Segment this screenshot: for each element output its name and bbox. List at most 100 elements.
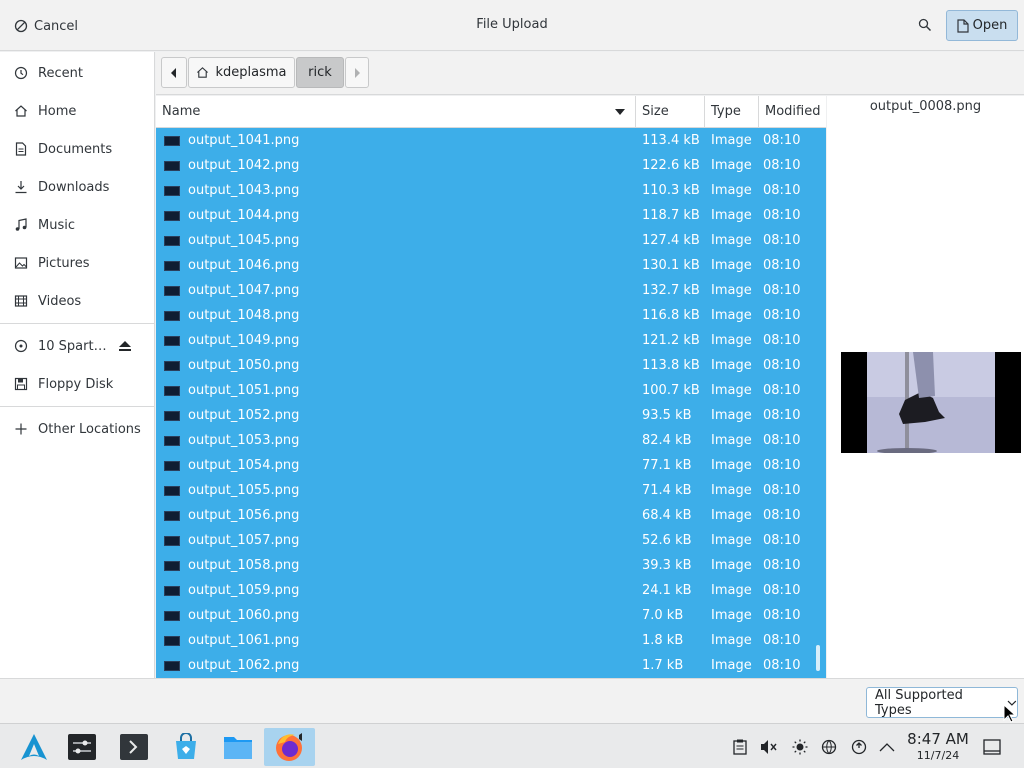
list-scrollbar[interactable] — [816, 645, 820, 671]
file-manager-icon[interactable] — [219, 728, 257, 766]
file-modified: 08:10 — [763, 308, 801, 323]
column-label: Size — [642, 104, 669, 119]
document-open-icon — [957, 18, 969, 33]
column-header-type[interactable]: Type — [705, 96, 759, 127]
clipboard-icon[interactable] — [729, 736, 751, 758]
file-name: output_1060.png — [188, 608, 300, 623]
sidebar-item-label: 10 Spart… — [38, 338, 107, 354]
table-row[interactable]: output_1062.png 1.7 kB Image 08:10 — [156, 653, 826, 678]
file-modified: 08:10 — [763, 133, 801, 148]
file-type: Image — [711, 358, 752, 373]
sidebar-item-videos[interactable]: Videos — [0, 282, 154, 320]
table-row[interactable]: output_1050.png 113.8 kB Image 08:10 — [156, 353, 826, 378]
sidebar-item-home[interactable]: Home — [0, 92, 154, 130]
network-icon[interactable] — [818, 736, 840, 758]
table-row[interactable]: output_1057.png 52.6 kB Image 08:10 — [156, 528, 826, 553]
image-thumbnail-icon — [164, 385, 180, 396]
file-rows: output_1041.png 113.4 kB Image 08:10 output_… — [156, 128, 826, 678]
search-button[interactable] — [910, 10, 940, 40]
sidebar-item-downloads[interactable]: Downloads — [0, 168, 154, 206]
table-row[interactable]: output_1044.png 118.7 kB Image 08:10 — [156, 203, 826, 228]
table-row[interactable]: output_1055.png 71.4 kB Image 08:10 — [156, 478, 826, 503]
discover-store-icon[interactable] — [167, 728, 205, 766]
drive-icon — [14, 339, 28, 353]
sidebar-item-documents[interactable]: Documents — [0, 130, 154, 168]
sidebar-item-floppy[interactable]: Floppy Disk — [0, 365, 154, 403]
image-thumbnail-icon — [164, 410, 180, 421]
updates-icon[interactable] — [848, 736, 870, 758]
table-row[interactable]: output_1048.png 116.8 kB Image 08:10 — [156, 303, 826, 328]
breadcrumb-current[interactable]: rick — [296, 57, 344, 88]
image-thumbnail-icon — [164, 135, 180, 146]
show-desktop-icon[interactable] — [981, 736, 1003, 758]
brightness-icon[interactable] — [789, 736, 811, 758]
terminal-icon[interactable] — [115, 728, 153, 766]
file-size: 130.1 kB — [642, 258, 700, 273]
file-type: Image — [711, 183, 752, 198]
column-header-name[interactable]: Name — [156, 96, 636, 127]
chevron-left-icon — [171, 67, 176, 78]
file-type: Image — [711, 308, 752, 323]
table-row[interactable]: output_1051.png 100.7 kB Image 08:10 — [156, 378, 826, 403]
system-settings-icon[interactable] — [63, 728, 101, 766]
table-row[interactable]: output_1043.png 110.3 kB Image 08:10 — [156, 178, 826, 203]
table-row[interactable]: output_1056.png 68.4 kB Image 08:10 — [156, 503, 826, 528]
file-modified: 08:10 — [763, 233, 801, 248]
sidebar-divider — [0, 323, 154, 324]
file-modified: 08:10 — [763, 608, 801, 623]
bottom-bar: All Supported Types — [0, 678, 1024, 723]
breadcrumb-home[interactable]: kdeplasma — [188, 57, 295, 88]
table-row[interactable]: output_1045.png 127.4 kB Image 08:10 — [156, 228, 826, 253]
table-row[interactable]: output_1047.png 132.7 kB Image 08:10 — [156, 278, 826, 303]
sidebar-item-recent[interactable]: Recent — [0, 54, 154, 92]
file-size: 82.4 kB — [642, 433, 692, 448]
table-row[interactable]: output_1046.png 130.1 kB Image 08:10 — [156, 253, 826, 278]
table-row[interactable]: output_1042.png 122.6 kB Image 08:10 — [156, 153, 826, 178]
file-modified: 08:10 — [763, 433, 801, 448]
sidebar-item-pictures[interactable]: Pictures — [0, 244, 154, 282]
app-launcher-icon[interactable] — [15, 728, 53, 766]
file-type: Image — [711, 608, 752, 623]
eject-icon[interactable] — [118, 339, 132, 353]
column-header-size[interactable]: Size — [636, 96, 705, 127]
sidebar-item-other-locations[interactable]: Other Locations — [0, 410, 154, 448]
table-row[interactable]: output_1054.png 77.1 kB Image 08:10 — [156, 453, 826, 478]
sidebar-divider — [0, 406, 154, 407]
firefox-icon[interactable] — [264, 728, 315, 766]
sidebar-item-music[interactable]: Music — [0, 206, 154, 244]
tray-expand-icon[interactable] — [876, 736, 898, 758]
volume-muted-icon[interactable] — [758, 736, 780, 758]
table-row[interactable]: output_1059.png 24.1 kB Image 08:10 — [156, 578, 826, 603]
table-row[interactable]: output_1041.png 113.4 kB Image 08:10 — [156, 128, 826, 153]
sidebar-item-label: Videos — [38, 293, 82, 309]
path-forward-button[interactable] — [345, 57, 369, 88]
image-thumbnail-icon — [164, 510, 180, 521]
path-back-button[interactable] — [161, 57, 187, 88]
table-row[interactable]: output_1053.png 82.4 kB Image 08:10 — [156, 428, 826, 453]
file-name: output_1041.png — [188, 133, 300, 148]
file-type: Image — [711, 258, 752, 273]
sidebar-item-drive[interactable]: 10 Spart… — [0, 327, 154, 365]
image-thumbnail-icon — [164, 360, 180, 371]
open-button[interactable]: Open — [946, 10, 1018, 41]
table-row[interactable]: output_1049.png 121.2 kB Image 08:10 — [156, 328, 826, 353]
file-type-filter[interactable]: All Supported Types — [866, 687, 1018, 718]
table-row[interactable]: output_1058.png 39.3 kB Image 08:10 — [156, 553, 826, 578]
table-row[interactable]: output_1052.png 93.5 kB Image 08:10 — [156, 403, 826, 428]
document-icon — [15, 142, 27, 156]
sidebar-item-label: Documents — [38, 141, 113, 157]
clock[interactable]: 8:47 AM 11/7/24 — [904, 731, 972, 763]
image-thumbnail-icon — [164, 460, 180, 471]
file-size: 71.4 kB — [642, 483, 692, 498]
table-row[interactable]: output_1060.png 7.0 kB Image 08:10 — [156, 603, 826, 628]
file-size: 110.3 kB — [642, 183, 700, 198]
file-modified: 08:10 — [763, 458, 801, 473]
table-row[interactable]: output_1061.png 1.8 kB Image 08:10 — [156, 628, 826, 653]
image-thumbnail-icon — [164, 235, 180, 246]
file-name: output_1044.png — [188, 208, 300, 223]
file-modified: 08:10 — [763, 533, 801, 548]
file-modified: 08:10 — [763, 358, 801, 373]
column-header-modified[interactable]: Modified — [759, 96, 826, 127]
file-modified: 08:10 — [763, 183, 801, 198]
sidebar-item-label: Floppy Disk — [38, 376, 114, 392]
